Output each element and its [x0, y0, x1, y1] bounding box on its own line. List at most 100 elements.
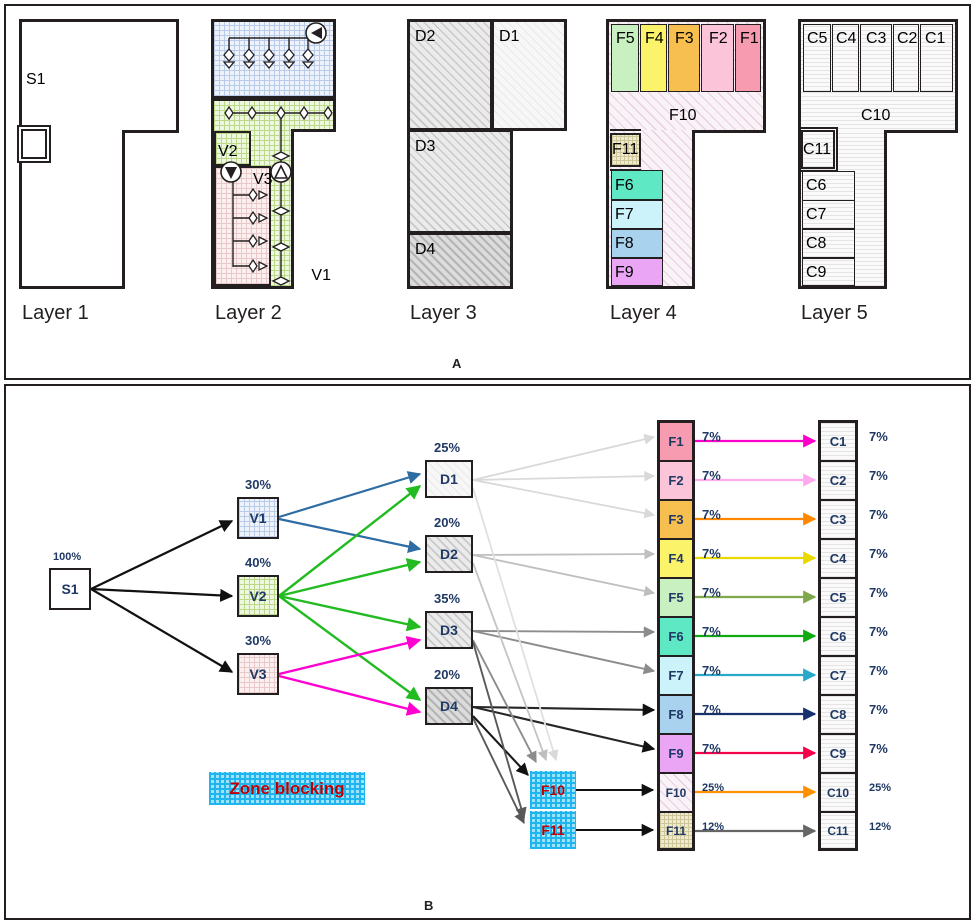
layer5-caption: Layer 5 — [801, 302, 868, 324]
room-C5-label: C5 — [807, 30, 828, 47]
room-S1-label: S1 — [26, 71, 46, 88]
layer2-schematic-overlay — [220, 22, 333, 286]
room-D2-label: D2 — [415, 28, 436, 45]
room-D1-label: D1 — [499, 28, 520, 45]
layer5-plan: C10 C5 C4 C3 C2 C1 C11 C6 C7 C8 C9 — [798, 19, 958, 289]
cell-C3[interactable]: C3 — [820, 500, 856, 539]
F11-pct: 12% — [702, 821, 725, 833]
C5-pct: 7% — [869, 585, 888, 600]
room-F5-label: F5 — [616, 30, 635, 47]
C10-pct: 25% — [869, 782, 892, 794]
layer4-notch-edge — [692, 130, 766, 133]
V3-pct: 30% — [245, 633, 272, 648]
cell-C10[interactable]: C10 — [820, 773, 856, 812]
node-D4[interactable]: D4 — [425, 687, 473, 725]
cell-F10[interactable]: F10 — [659, 773, 693, 812]
node-S1[interactable]: S1 — [49, 568, 91, 610]
F5-pct: 7% — [702, 585, 721, 600]
panel-b-letter: B — [424, 898, 434, 913]
layer1-caption: Layer 1 — [22, 302, 89, 324]
D4-pct: 20% — [434, 667, 461, 682]
C2-pct: 7% — [869, 468, 888, 483]
cell-F1[interactable]: F1 — [659, 422, 693, 461]
room-C11-label: C11 — [803, 141, 832, 158]
node-D1[interactable]: D1 — [425, 460, 473, 498]
cell-C11[interactable]: C11 — [820, 812, 856, 849]
cell-C9[interactable]: C9 — [820, 734, 856, 773]
room-F8-label: F8 — [615, 235, 634, 252]
room-C8-label: C8 — [806, 235, 827, 252]
room-F11-label: F11 — [612, 141, 639, 158]
cell-F9[interactable]: F9 — [659, 734, 693, 773]
panel-a-letter: A — [452, 356, 462, 371]
cell-C8[interactable]: C8 — [820, 695, 856, 734]
room-C10-label: C10 — [861, 107, 891, 124]
cell-F11[interactable]: F11 — [659, 812, 693, 849]
cell-C5[interactable]: C5 — [820, 578, 856, 617]
cell-F6[interactable]: F6 — [659, 617, 693, 656]
room-F2-label: F2 — [709, 30, 728, 47]
zone-blocking-legend: Zone blocking — [209, 772, 365, 805]
room-C1-label: C1 — [925, 30, 946, 47]
layer1-ahu-inner-icon — [21, 129, 47, 159]
zone-block-node-F10[interactable]: F10 — [530, 771, 576, 809]
room-C6-label: C6 — [806, 177, 827, 194]
room-F6-label: F6 — [615, 177, 634, 194]
layer1-notch-edge — [122, 130, 179, 133]
C7-pct: 7% — [869, 663, 888, 678]
room-F3-label: F3 — [675, 30, 694, 47]
F8-pct: 7% — [702, 702, 721, 717]
C3-pct: 7% — [869, 507, 888, 522]
layer4-plan: F10 F5 F4 F3 F2 F1 F11 F6 F7 F8 F9 — [606, 19, 766, 289]
layer5-notch-edge — [884, 130, 958, 133]
node-V1[interactable]: V1 — [237, 497, 279, 539]
room-F7-label: F7 — [615, 206, 634, 223]
F4-pct: 7% — [702, 546, 721, 561]
room-F9-label: F9 — [615, 264, 634, 281]
cell-F7[interactable]: F7 — [659, 656, 693, 695]
node-D2[interactable]: D2 — [425, 535, 473, 573]
layer2-plan: V1 V2 V3 — [211, 19, 336, 289]
room-F1-label: F1 — [740, 30, 759, 47]
F1-pct: 7% — [702, 429, 721, 444]
cell-F5[interactable]: F5 — [659, 578, 693, 617]
node-V3[interactable]: V3 — [237, 653, 279, 695]
F2-pct: 7% — [702, 468, 721, 483]
node-V2[interactable]: V2 — [237, 575, 279, 617]
C1-pct: 7% — [869, 429, 888, 444]
zone-block-node-F11[interactable]: F11 — [530, 811, 576, 849]
layer3-plan: D2 D1 D3 D4 — [407, 19, 567, 289]
C4-pct: 7% — [869, 546, 888, 561]
cell-C4[interactable]: C4 — [820, 539, 856, 578]
cell-C2[interactable]: C2 — [820, 461, 856, 500]
room-F4-label: F4 — [645, 30, 664, 47]
room-C4-label: C4 — [836, 30, 857, 47]
F10-pct: 25% — [702, 782, 725, 794]
F6-pct: 7% — [702, 624, 721, 639]
D1-pct: 25% — [434, 440, 461, 455]
D3-pct: 35% — [434, 591, 461, 606]
S1-pct: 100% — [53, 551, 82, 563]
cell-F3[interactable]: F3 — [659, 500, 693, 539]
room-C7-label: C7 — [806, 206, 827, 223]
figure-root: S1 Layer 1 V1 V2 V3 Layer 2 D2 D1 D3 D4 … — [0, 0, 975, 924]
C9-pct: 7% — [869, 741, 888, 756]
cell-F4[interactable]: F4 — [659, 539, 693, 578]
F7-pct: 7% — [702, 663, 721, 678]
node-D3[interactable]: D3 — [425, 611, 473, 649]
F9-pct: 7% — [702, 741, 721, 756]
room-C3-label: C3 — [866, 30, 887, 47]
C6-pct: 7% — [869, 624, 888, 639]
C8-pct: 7% — [869, 702, 888, 717]
panel-a: S1 Layer 1 V1 V2 V3 Layer 2 D2 D1 D3 D4 … — [4, 4, 971, 380]
cell-F2[interactable]: F2 — [659, 461, 693, 500]
cell-F8[interactable]: F8 — [659, 695, 693, 734]
cell-C6[interactable]: C6 — [820, 617, 856, 656]
room-F10-label: F10 — [669, 107, 697, 124]
F3-pct: 7% — [702, 507, 721, 522]
cell-C1[interactable]: C1 — [820, 422, 856, 461]
layer1-plan: S1 — [17, 19, 179, 289]
V1-pct: 30% — [245, 477, 272, 492]
cell-C7[interactable]: C7 — [820, 656, 856, 695]
layer3-caption: Layer 3 — [410, 302, 477, 324]
